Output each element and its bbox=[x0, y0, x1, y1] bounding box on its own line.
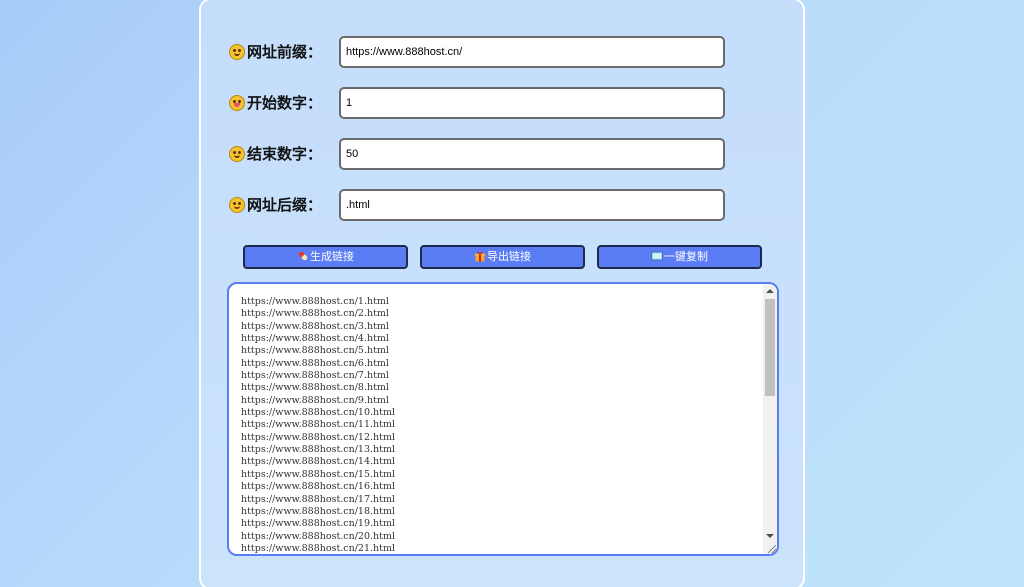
suffix-row: 网址后缀： bbox=[229, 189, 729, 221]
links-output-list: https://www.888host.cn/1.html https://www… bbox=[241, 296, 396, 554]
output-line: https://www.888host.cn/1.html bbox=[241, 296, 389, 307]
smiling-face-icon bbox=[229, 146, 245, 162]
tongue-face-icon bbox=[229, 95, 245, 111]
end-row: 结束数字： bbox=[229, 138, 729, 170]
output-line: https://www.888host.cn/5.html bbox=[241, 345, 389, 357]
links-output-textarea[interactable]: https://www.888host.cn/1.html https://www… bbox=[227, 282, 779, 556]
output-line: https://www.888host.cn/10.html bbox=[241, 407, 396, 419]
output-line: https://www.888host.cn/13.html bbox=[241, 444, 396, 456]
resize-grip-icon[interactable] bbox=[768, 545, 776, 553]
output-line: https://www.888host.cn/2.html bbox=[241, 308, 389, 320]
export-links-label: 导出链接 bbox=[487, 250, 531, 263]
copy-all-button[interactable]: 一键复制 bbox=[597, 245, 762, 269]
prefix-input[interactable] bbox=[339, 36, 725, 68]
output-line: https://www.888host.cn/18.html bbox=[241, 505, 396, 517]
start-row: 开始数字： bbox=[229, 87, 729, 119]
output-line: https://www.888host.cn/20.html bbox=[241, 530, 396, 542]
prefix-row: 网址前缀： bbox=[229, 36, 729, 68]
output-line: https://www.888host.cn/3.html bbox=[241, 320, 389, 332]
start-label-group: 开始数字： bbox=[229, 92, 322, 114]
end-number-input[interactable] bbox=[339, 138, 725, 170]
output-line: https://www.888host.cn/21.html bbox=[241, 542, 396, 554]
output-line: https://www.888host.cn/15.html bbox=[241, 468, 396, 480]
export-links-button[interactable]: 导出链接 bbox=[420, 245, 585, 269]
output-line: https://www.888host.cn/11.html bbox=[241, 419, 396, 431]
end-label: 结束数字： bbox=[247, 145, 323, 163]
suffix-label-group: 网址后缀： bbox=[229, 194, 322, 216]
scroll-down-arrow-icon[interactable] bbox=[766, 534, 774, 538]
suffix-label: 网址后缀： bbox=[247, 196, 323, 214]
output-line: https://www.888host.cn/7.html bbox=[241, 370, 389, 382]
copy-all-label: 一键复制 bbox=[664, 250, 708, 263]
prefix-label: 网址前缀： bbox=[247, 43, 323, 61]
output-line: https://www.888host.cn/9.html bbox=[241, 394, 389, 406]
output-line: https://www.888host.cn/17.html bbox=[241, 493, 396, 505]
start-number-input[interactable] bbox=[339, 87, 725, 119]
scroll-thumb[interactable] bbox=[765, 299, 775, 396]
pill-icon bbox=[298, 251, 308, 261]
generate-links-label: 生成链接 bbox=[310, 250, 354, 263]
output-line: https://www.888host.cn/12.html bbox=[241, 431, 396, 443]
output-line: https://www.888host.cn/14.html bbox=[241, 456, 396, 468]
end-label-group: 结束数字： bbox=[229, 143, 322, 165]
suffix-input[interactable] bbox=[339, 189, 725, 221]
start-label: 开始数字： bbox=[247, 94, 323, 112]
prefix-label-group: 网址前缀： bbox=[229, 41, 322, 63]
scroll-up-arrow-icon[interactable] bbox=[766, 289, 774, 293]
grinning-face-icon bbox=[229, 44, 245, 60]
output-scrollbar[interactable] bbox=[763, 284, 777, 554]
output-line: https://www.888host.cn/19.html bbox=[241, 518, 396, 530]
output-line: https://www.888host.cn/4.html bbox=[241, 333, 389, 345]
keyboard-icon bbox=[651, 251, 663, 261]
blushing-face-icon bbox=[229, 197, 245, 213]
gift-icon bbox=[475, 251, 485, 262]
output-line: https://www.888host.cn/6.html bbox=[241, 357, 389, 369]
generate-links-button[interactable]: 生成链接 bbox=[243, 245, 408, 269]
output-line: https://www.888host.cn/16.html bbox=[241, 481, 396, 493]
output-line: https://www.888host.cn/8.html bbox=[241, 382, 389, 394]
